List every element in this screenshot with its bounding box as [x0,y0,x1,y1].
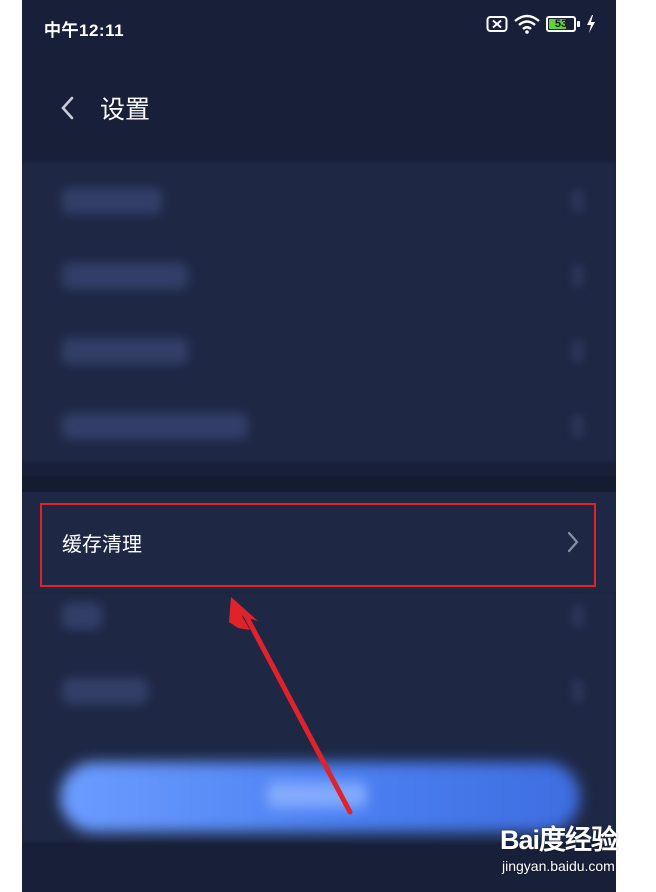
charging-icon [587,15,595,33]
blurred-setting-item[interactable] [62,338,188,364]
blurred-chevron-icon [572,190,584,212]
status-bar: 中午12:11 53 [22,0,616,58]
battery-level: 53 [554,18,568,30]
blurred-chevron-icon [572,265,584,287]
blurred-chevron-icon [572,415,584,437]
watermark-brand: Bai度经验 [500,825,618,855]
status-icons: 53 [486,14,596,34]
blurred-setting-item[interactable] [62,188,162,214]
baidu-watermark: Bai度经验 jingyan.baidu.com [500,818,650,888]
top-bar: 设置 [22,70,616,148]
blurred-chevron-icon [572,605,584,627]
cache-clear-row[interactable]: 缓存清理 [22,492,616,592]
blurred-setting-item[interactable] [62,413,248,439]
blurred-button-label [267,782,367,808]
page-title: 设置 [100,96,151,124]
wifi-icon [514,14,540,34]
blurred-chevron-icon [572,340,584,362]
battery-icon: 53 [546,16,580,32]
section-divider [22,476,616,492]
no-sim-icon [486,16,508,32]
blurred-setting-item[interactable] [62,263,188,289]
blurred-setting-item[interactable] [62,603,102,629]
watermark-url: jingyan.baidu.com [502,858,615,874]
status-time: 中午12:11 [44,21,125,40]
blurred-chevron-icon [572,680,584,702]
phone-screen: 中午12:11 53 设置 缓存清理 [22,0,616,892]
back-arrow-icon[interactable] [54,90,82,126]
blurred-setting-item[interactable] [62,678,148,704]
highlight-box [40,503,596,587]
